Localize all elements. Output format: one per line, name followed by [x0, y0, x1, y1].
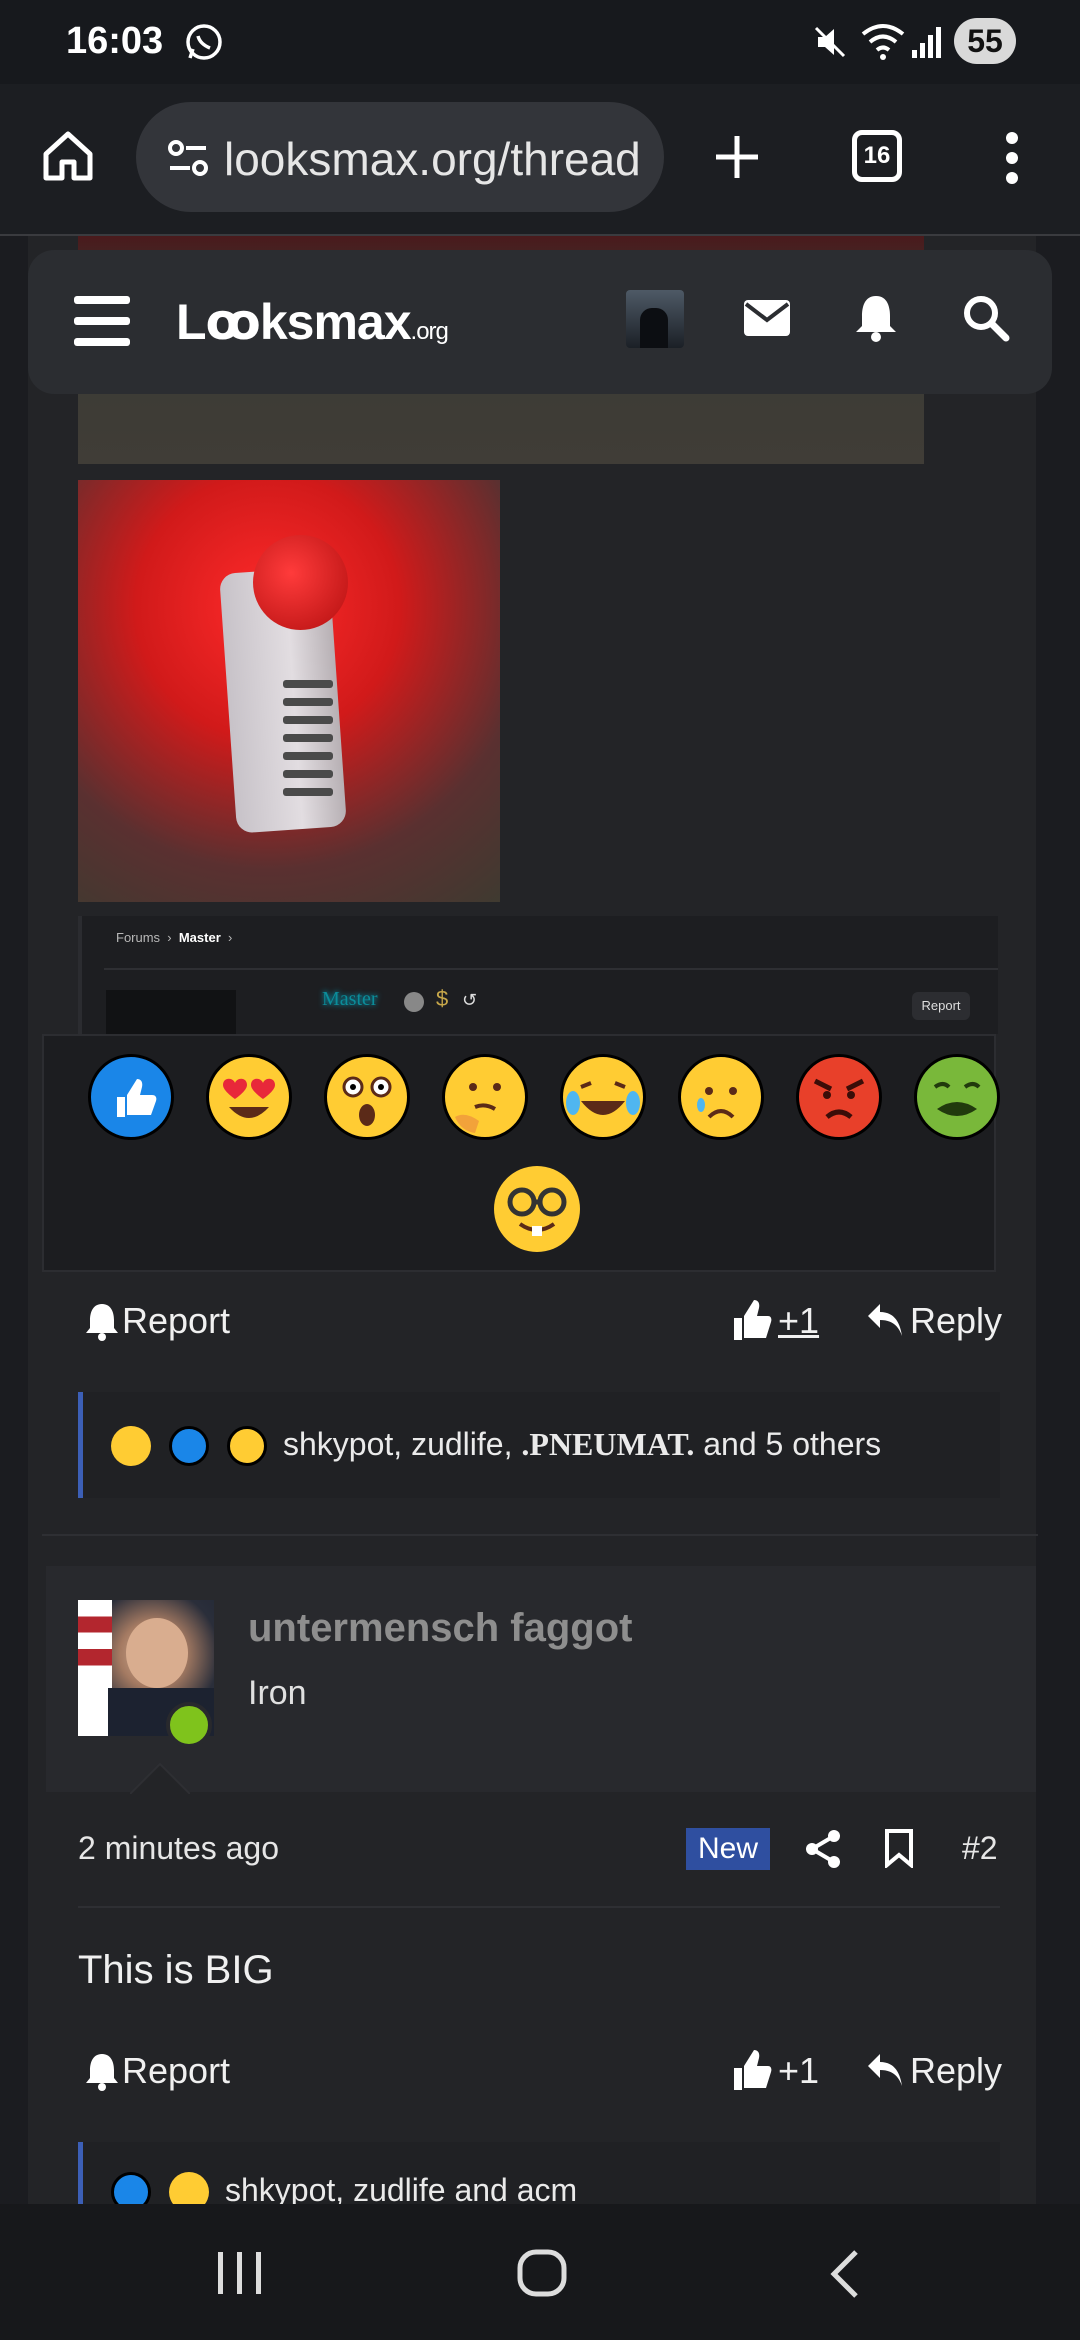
wow-mini-icon	[227, 1426, 267, 1466]
bookmark-icon[interactable]	[884, 1828, 914, 1868]
mute-icon	[814, 26, 846, 58]
tab-switcher-button[interactable]: 16	[852, 130, 902, 182]
reply-button[interactable]: Reply	[910, 2050, 1002, 2092]
post-divider	[42, 1534, 1038, 1536]
love-reaction-icon[interactable]	[206, 1054, 292, 1140]
user-title: Iron	[248, 1674, 307, 1712]
report-button[interactable]: Report	[122, 1300, 230, 1342]
new-badge: New	[686, 1828, 771, 1870]
avatar-flag	[78, 1600, 112, 1736]
share-icon[interactable]	[804, 1828, 842, 1870]
reaction-summary[interactable]: shkypot, zudlife, .PNEUMAT. and 5 others	[78, 1392, 1000, 1498]
breadcrumb-master: Master	[178, 930, 221, 945]
embedded-avatar	[106, 990, 236, 1034]
gadget-slot	[283, 698, 333, 706]
site-logo[interactable]: Lꝏksmax.org	[176, 293, 449, 351]
gadget-slot	[283, 734, 333, 742]
browser-toolbar: looksmax.org/thread 16	[0, 84, 1080, 236]
like-count[interactable]: +1	[778, 2050, 819, 2092]
post-timestamp[interactable]: 2 minutes ago	[78, 1830, 279, 1867]
like-icon[interactable]	[732, 2048, 772, 2092]
reaction-users-plain: shkypot, zudlife,	[283, 1426, 522, 1462]
wow-reaction-icon[interactable]	[324, 1054, 410, 1140]
avatar-silhouette	[640, 308, 668, 348]
username[interactable]: untermensch faggot	[248, 1606, 632, 1651]
reply-icon[interactable]	[866, 2052, 904, 2088]
nerd-reaction-icon[interactable]	[494, 1166, 580, 1252]
gadget-slot	[283, 680, 333, 688]
reaction-user-bold: .PNEUMAT.	[521, 1426, 695, 1462]
sad-reaction-icon[interactable]	[678, 1054, 764, 1140]
sick-reaction-icon[interactable]	[914, 1054, 1000, 1140]
signal-icon	[912, 27, 941, 58]
url-text[interactable]: looksmax.org/thread	[224, 132, 641, 186]
embedded-divider	[104, 968, 998, 970]
embedded-report-button[interactable]: Report	[912, 992, 970, 1020]
embedded-breadcrumb: Forums › Master ›	[116, 930, 233, 945]
gadget-slot	[283, 788, 333, 796]
post-image-2[interactable]	[78, 480, 500, 902]
embedded-user-title: Master	[322, 988, 378, 1010]
online-status-indicator	[166, 1702, 212, 1748]
bell-icon[interactable]	[854, 294, 898, 342]
report-bell-icon[interactable]	[84, 2052, 120, 2092]
like-mini-icon	[169, 1426, 209, 1466]
battery-indicator: 55	[954, 18, 1016, 64]
post-number[interactable]: #2	[962, 1830, 998, 1867]
report-button[interactable]: Report	[122, 2050, 230, 2092]
status-bar: 16:03 55	[0, 0, 1080, 84]
reaction-summary[interactable]: shkypot, zudlife and acm	[78, 2142, 1000, 2204]
system-nav-bar	[0, 2204, 1080, 2340]
gadget-slot	[283, 716, 333, 724]
embedded-screenshot[interactable]: Forums › Master › Master $ ↺ Report	[78, 916, 998, 1034]
like-icon[interactable]	[732, 1298, 772, 1342]
gadget-slot	[283, 752, 333, 760]
gadget-slot	[283, 770, 333, 778]
back-icon[interactable]	[826, 2248, 862, 2300]
laughing-reaction-icon[interactable]	[560, 1054, 646, 1140]
logo-main: Lꝏksmax	[176, 294, 412, 350]
whatsapp-icon	[186, 24, 222, 60]
gadget-button	[253, 535, 348, 630]
reaction-picker	[42, 1034, 1000, 1272]
home-nav-icon[interactable]	[516, 2248, 568, 2298]
avatar-face	[126, 1618, 188, 1688]
history-icon: ↺	[462, 990, 478, 1010]
recent-apps-icon[interactable]	[214, 2250, 266, 2296]
mail-icon[interactable]	[744, 300, 790, 336]
url-bar[interactable]: looksmax.org/thread	[136, 102, 664, 212]
reply-button[interactable]: Reply	[910, 1300, 1002, 1342]
like-mini-icon	[111, 2172, 151, 2204]
hamburger-menu-icon[interactable]	[74, 296, 130, 346]
breadcrumb-forums: Forums	[116, 930, 161, 945]
clock: 16:03	[66, 20, 164, 62]
reaction-users-tail: and 5 others	[694, 1426, 882, 1462]
search-icon[interactable]	[962, 294, 1010, 342]
verified-icon	[404, 992, 424, 1012]
laughing-mini-icon	[111, 1426, 151, 1466]
reaction-users: shkypot, zudlife, .PNEUMAT. and 5 others	[283, 1426, 881, 1463]
user-block-pointer	[130, 1762, 190, 1794]
thinking-reaction-icon[interactable]	[442, 1054, 528, 1140]
wifi-icon	[861, 24, 905, 60]
laughing-mini-icon	[169, 2172, 209, 2204]
account-avatar[interactable]	[626, 290, 684, 348]
more-menu-icon[interactable]	[1000, 128, 1024, 188]
home-icon[interactable]	[40, 128, 96, 184]
logo-suffix: .org	[410, 318, 449, 345]
dollar-icon: $	[436, 986, 449, 1011]
reaction-users: shkypot, zudlife and acm	[225, 2172, 578, 2204]
site-header: Lꝏksmax.org	[28, 250, 1052, 394]
angry-reaction-icon[interactable]	[796, 1054, 882, 1140]
site-settings-icon[interactable]	[166, 136, 210, 180]
like-reaction-icon[interactable]	[88, 1054, 174, 1140]
post-meta-divider	[78, 1906, 1000, 1908]
reply-icon[interactable]	[866, 1302, 904, 1338]
like-count[interactable]: +1	[778, 1300, 819, 1342]
new-tab-icon[interactable]	[712, 132, 762, 182]
report-bell-icon[interactable]	[84, 1302, 120, 1342]
post-body: This is BIG	[78, 1948, 274, 1992]
